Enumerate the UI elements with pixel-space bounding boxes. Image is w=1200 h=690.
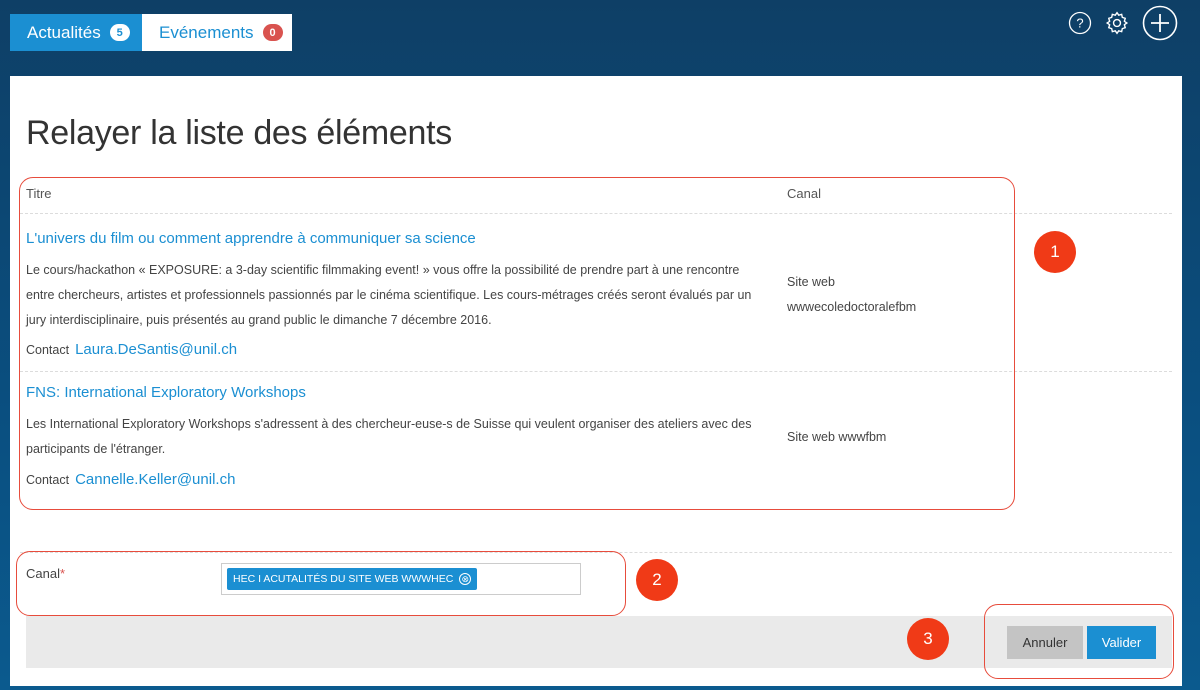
selected-canal-tag: HEC I ACUTALITÉS DU SITE WEB WWWHEC ⊗ xyxy=(227,568,478,590)
tag-remove-icon[interactable]: ⊗ xyxy=(459,573,472,585)
canal-label-text: Canal xyxy=(26,566,60,581)
item-contact: Contact Laura.DeSantis@unil.ch xyxy=(26,341,237,358)
canal-line: wwwecoledoctoralefbm xyxy=(787,300,917,314)
form-footer xyxy=(26,616,1172,668)
top-tabs: Actualités 5 Evénements 0 xyxy=(10,14,292,51)
top-toolbar: ? xyxy=(1068,5,1178,41)
canal-tag-input[interactable]: HEC I ACUTALITÉS DU SITE WEB WWWHEC ⊗ xyxy=(221,563,581,595)
evenements-count-badge: 0 xyxy=(262,24,283,41)
tab-actualites[interactable]: Actualités 5 xyxy=(10,14,142,51)
canal-line: Site web wwwfbm xyxy=(787,430,887,444)
tab-actualites-label: Actualités xyxy=(27,22,101,42)
item-description: Le cours/hackathon « EXPOSURE: a 3-day s… xyxy=(26,263,752,327)
contact-label: Contact xyxy=(26,473,70,487)
annotation-marker-1: 1 xyxy=(1034,231,1076,273)
cancel-button[interactable]: Annuler xyxy=(1007,626,1083,659)
tab-evenements[interactable]: Evénements 0 xyxy=(142,14,292,51)
canal-line: Site web xyxy=(787,275,835,289)
form-divider xyxy=(20,552,1172,553)
canal-field-label: Canal* xyxy=(26,566,65,581)
item-description: Les International Exploratory Workshops … xyxy=(26,417,752,456)
item-title-link[interactable]: L'univers du film ou comment apprendre à… xyxy=(26,230,476,247)
contact-label: Contact xyxy=(26,343,70,357)
help-icon[interactable]: ? xyxy=(1068,11,1092,35)
item-contact: Contact Cannelle.Keller@unil.ch xyxy=(26,471,235,488)
actualites-count-badge: 5 xyxy=(109,24,130,41)
item-canal: Site web wwwfbm xyxy=(787,425,886,450)
item-canal: Site web wwwecoledoctoralefbm xyxy=(787,270,916,320)
plus-icon[interactable] xyxy=(1142,5,1178,41)
page-title: Relayer la liste des éléments xyxy=(26,114,452,152)
main-panel: Relayer la liste des éléments Titre Cana… xyxy=(10,76,1182,686)
contact-email-link[interactable]: Cannelle.Keller@unil.ch xyxy=(75,471,235,488)
tag-label: HEC I ACUTALITÉS DU SITE WEB WWWHEC xyxy=(233,573,454,585)
table-divider xyxy=(20,213,1172,214)
annotation-marker-2: 2 xyxy=(636,559,678,601)
required-mark: * xyxy=(59,566,66,581)
svg-text:?: ? xyxy=(1076,16,1083,31)
annotation-marker-3: 3 xyxy=(907,618,949,660)
tab-evenements-label: Evénements xyxy=(159,22,254,42)
submit-button[interactable]: Valider xyxy=(1087,626,1156,659)
column-header-canal: Canal xyxy=(787,186,821,201)
gear-icon[interactable] xyxy=(1104,10,1130,36)
item-title-link[interactable]: FNS: International Exploratory Workshops xyxy=(26,384,306,401)
table-divider xyxy=(20,371,1172,372)
column-header-title: Titre xyxy=(26,186,52,201)
contact-email-link[interactable]: Laura.DeSantis@unil.ch xyxy=(75,341,237,358)
